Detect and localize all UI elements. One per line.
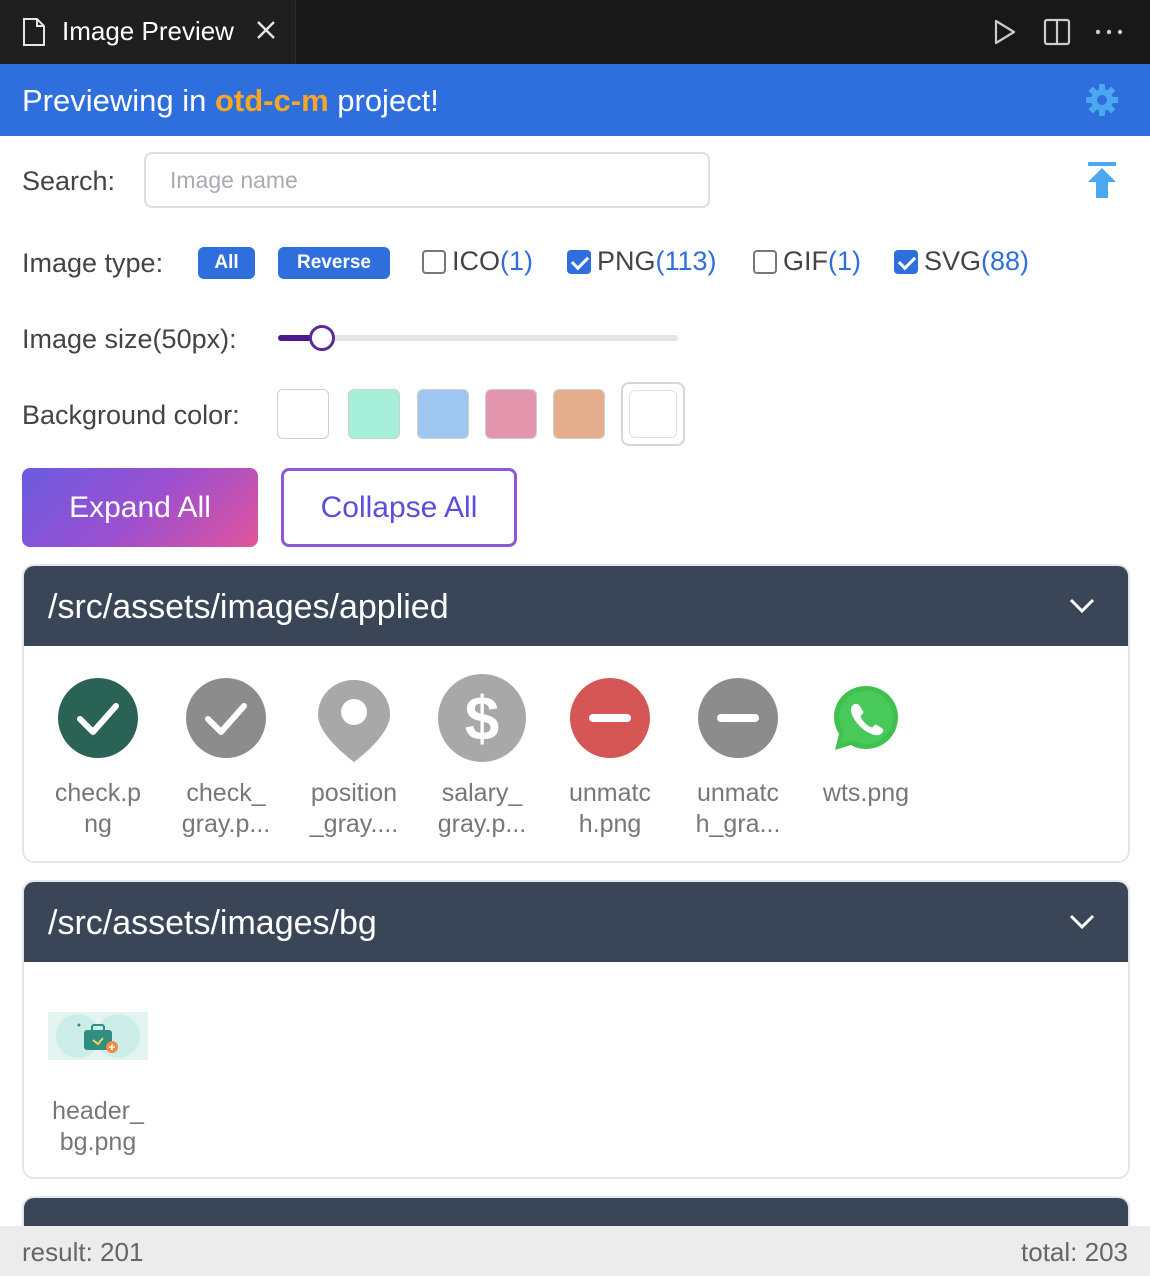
split-editor-icon[interactable] [1041,16,1073,48]
whatsapp-icon [834,686,898,750]
minus-circle-red-icon [570,678,650,758]
image-name: header_ bg.png [52,1097,144,1156]
search-input[interactable] [144,152,710,208]
swatch-white[interactable] [277,389,329,439]
image-item[interactable]: wts.png [816,678,916,838]
tab-image-preview[interactable]: Image Preview [0,0,296,64]
type-filter-png[interactable]: PNG (113) [567,246,717,277]
image-group-card: /src/assets/images/applied check.p ng ch… [22,564,1130,863]
checkbox-png[interactable] [567,249,591,274]
type-count: (88) [981,246,1030,276]
expand-all-button[interactable]: Expand All [22,468,258,547]
swatch-blue[interactable] [417,389,469,439]
type-name: GIF [783,246,828,276]
type-count: (113) [655,246,717,276]
filter-reverse-button[interactable]: Reverse [278,247,390,279]
type-filter-ico[interactable]: ICO (1) [422,246,533,277]
type-name: PNG [597,246,656,276]
more-actions-icon[interactable] [1093,16,1125,48]
dollar-circle-gray-icon: $ [438,674,526,762]
group-header[interactable]: /src/assets/images/bg [24,882,1128,962]
map-pin-gray-icon [318,680,390,762]
group-path: /src/assets/images/applied [48,588,449,626]
chevron-down-icon[interactable] [1068,594,1096,618]
check-circle-gray-icon [186,678,266,758]
swatch-pink[interactable] [485,389,537,439]
image-name: check_ gray.p... [181,779,271,838]
slider-thumb[interactable] [309,325,335,351]
image-name: position _gray.... [309,779,399,838]
svg-text:$: $ [465,685,499,754]
run-icon[interactable] [988,16,1020,48]
checkbox-svg[interactable] [894,249,918,274]
close-icon[interactable] [254,18,278,42]
image-item[interactable]: unmatc h.png [560,678,660,838]
image-item[interactable]: $ salary_ gray.p... [432,674,532,838]
total-count: total: 203 [1021,1237,1128,1267]
image-item[interactable]: check_ gray.p... [176,678,276,838]
project-name: otd-c-m [214,83,329,118]
file-icon [23,18,45,46]
check-circle-green-icon [58,678,138,758]
image-group-card: /src/assets/images/bg header_ bg.png [22,880,1130,1179]
status-footer: result: 201 total: 203 [0,1226,1150,1276]
briefcase-banner-icon [48,1012,148,1060]
banner-text: Previewing in otd-c-m project! [22,83,439,119]
editor-tab-bar: Image Preview [0,0,1150,64]
search-label: Search: [22,166,116,196]
image-name: check.p ng [54,779,142,838]
image-size-slider[interactable] [278,335,678,341]
swatch-peach[interactable] [553,389,605,439]
type-count: (1) [500,246,534,276]
settings-gear-icon[interactable] [1084,82,1120,118]
image-name: salary_ gray.p... [437,779,527,838]
image-size-label: Image size(50px): [22,324,237,354]
image-name: unmatc h.png [569,779,651,838]
type-name: ICO [452,246,501,276]
image-name: wts.png [822,779,910,807]
banner-suffix: project! [328,83,439,118]
group-path: /src/assets/images/bg [48,904,377,942]
image-item[interactable]: position _gray.... [304,678,404,838]
banner-prefix: Previewing in [22,83,215,118]
background-color-label: Background color: [22,400,240,430]
minus-circle-gray-icon [698,678,778,758]
project-banner: Previewing in otd-c-m project! [0,64,1150,136]
type-filter-gif[interactable]: GIF (1) [753,246,861,277]
scroll-to-top-icon[interactable] [1086,160,1118,200]
checkbox-ico[interactable] [422,249,446,274]
chevron-down-icon[interactable] [1068,910,1096,934]
type-filter-svg[interactable]: SVG (88) [894,246,1029,277]
filter-all-button[interactable]: All [198,247,255,279]
image-item[interactable]: unmatc h_gra... [688,678,788,838]
image-type-label: Image type: [22,248,164,278]
result-count: result: 201 [22,1237,144,1267]
image-item[interactable]: check.p ng [48,678,148,838]
image-item[interactable]: header_ bg.png [48,1012,148,1162]
swatch-selected[interactable] [621,382,685,446]
checkbox-gif[interactable] [753,249,777,274]
collapse-all-button[interactable]: Collapse All [281,468,517,547]
image-name: unmatc h_gra... [695,779,781,838]
swatch-mint[interactable] [348,389,400,439]
type-count: (1) [828,246,861,276]
type-name: SVG [924,246,982,276]
group-header[interactable]: /src/assets/images/applied [24,566,1128,646]
tab-title: Image Preview [62,16,234,46]
